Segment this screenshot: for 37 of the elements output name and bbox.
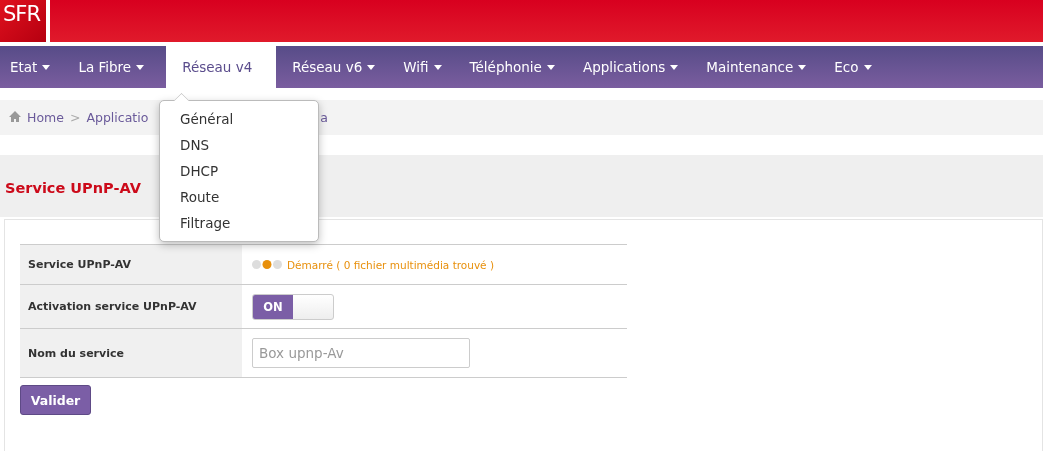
menu-item[interactable]: DHCP [160,158,318,184]
sfr-logo: SFR [0,0,50,42]
breadcrumb-link[interactable]: Home [27,110,64,125]
section-title: Service UPnP-AV [5,180,141,196]
caret-icon [863,64,872,70]
home-icon [9,111,21,122]
service-name-field[interactable]: Box upnp-Av [252,338,470,368]
caret-icon [433,64,442,70]
caret-icon [546,64,555,70]
nav-tab[interactable]: Eco [824,46,888,88]
caret-icon [136,64,145,70]
nav-tab[interactable]: Téléphonie [459,46,571,88]
field-label: Service UPnP-AV [20,244,242,285]
menu-item[interactable]: Général [160,106,318,132]
field-label: Nom du service [20,328,242,378]
breadcrumb-link[interactable]: Applicatio [86,110,149,125]
status-text: Démarré ( 0 fichier multimédia trouvé ) [287,258,495,271]
breadcrumb-separator: > [69,110,81,125]
field-label: Activation service UPnP-AV [20,284,242,329]
nav-tab[interactable]: Réseau v4 [166,46,277,88]
menu-item[interactable]: Route [160,184,318,210]
status-dots-icon [252,260,282,269]
caret-icon [42,64,51,70]
caret-icon [670,64,679,70]
menu-item[interactable]: Filtrage [160,210,318,236]
nav-tab[interactable]: La Fibre [68,46,161,88]
menu-item[interactable]: DNS [160,132,318,158]
caret-icon [798,64,807,70]
on-off-toggle[interactable]: ON [252,293,334,320]
nav-tab[interactable]: Wifi [393,46,458,88]
submit-button[interactable]: Valider [20,385,91,415]
nav-tab[interactable]: Maintenance [696,46,823,88]
nav-tab[interactable]: Applications [572,46,695,88]
nav-tab[interactable]: Etat [0,46,67,88]
nav-tab[interactable]: Réseau v6 [282,46,392,88]
caret-icon [367,64,376,70]
breadcrumb-link[interactable]: a [320,110,328,125]
